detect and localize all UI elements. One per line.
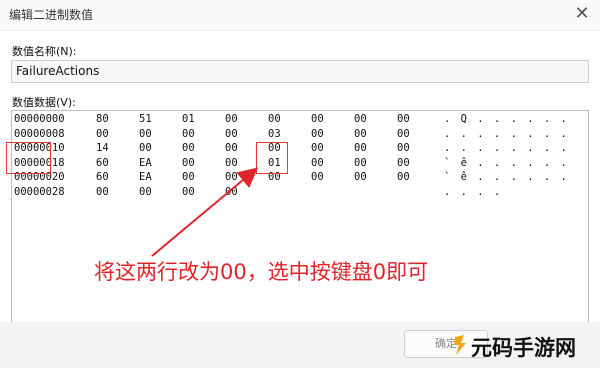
edit-binary-value-dialog: 编辑二进制数值 ✕ 数值名称(N): FailureActions 数值数据(V… xyxy=(0,0,600,368)
watermark-text: 元码手游网 xyxy=(471,336,576,360)
annotation-text: 将这两行改为00，选中按键盘0即可 xyxy=(94,260,429,284)
watermark-logo-icon xyxy=(454,335,466,355)
annotation-arrow xyxy=(151,167,259,257)
